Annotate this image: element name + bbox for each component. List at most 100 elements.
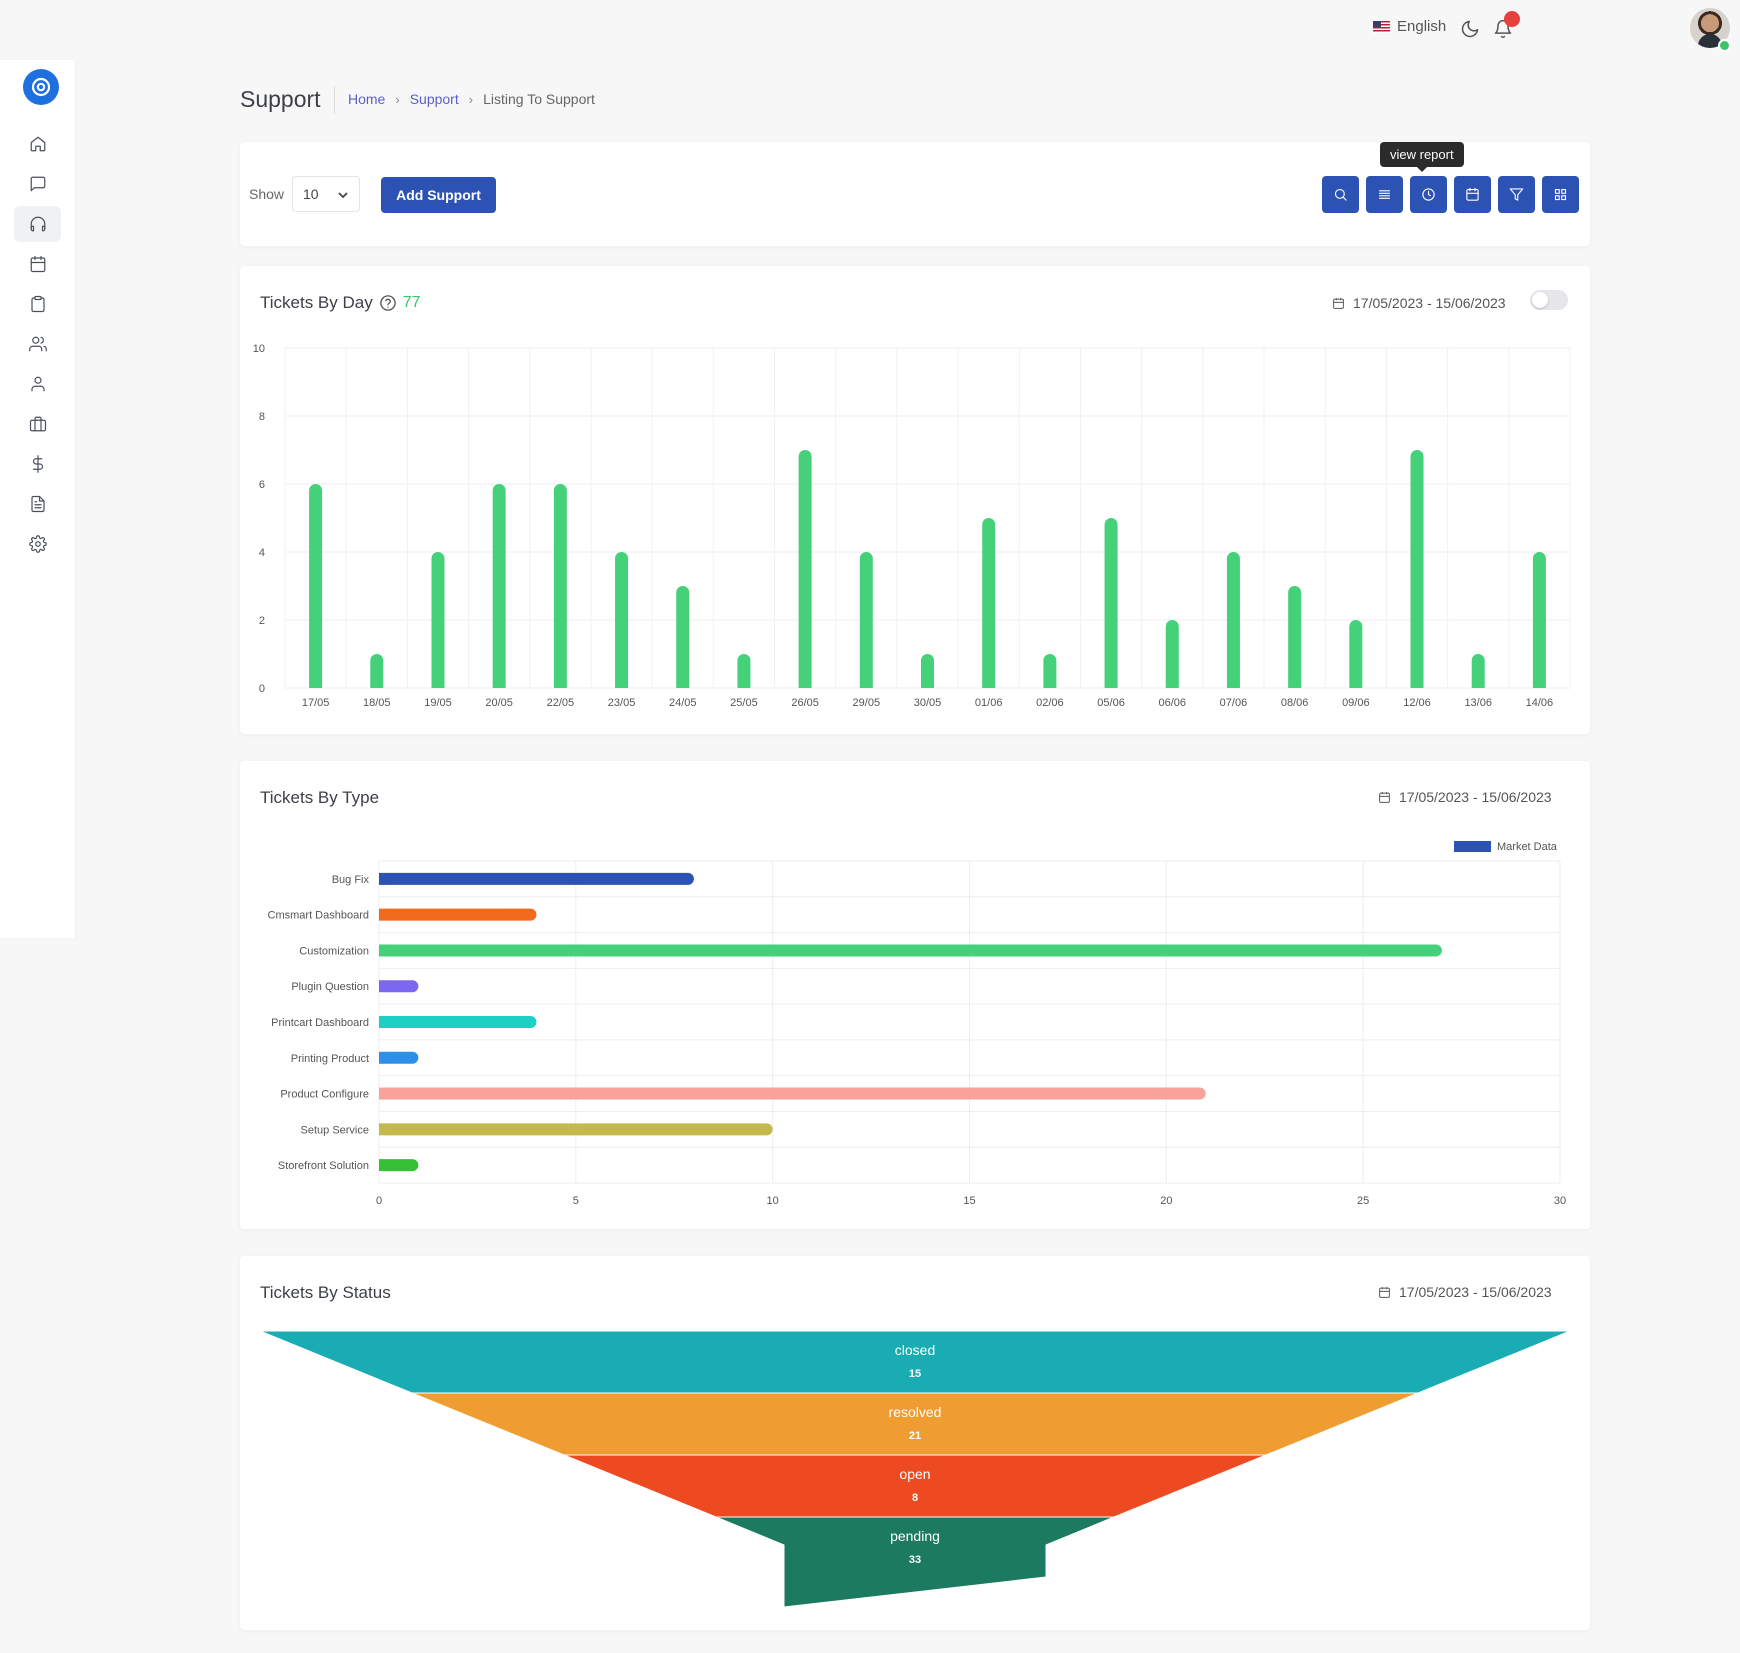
- headphones-icon: [30, 216, 45, 232]
- funnel-label: open: [899, 1466, 930, 1482]
- x-tick-label: 09/06: [1342, 697, 1370, 709]
- bar-base: [379, 980, 385, 993]
- bar: [982, 518, 996, 688]
- bar: [379, 944, 1442, 957]
- bar: [1104, 518, 1118, 688]
- bar-base: [615, 681, 629, 688]
- calendar-view-button[interactable]: [1454, 176, 1491, 213]
- logo-icon: [31, 77, 51, 97]
- bar: [379, 1123, 773, 1136]
- bar: [379, 908, 537, 921]
- sidebar-item-team[interactable]: [14, 326, 61, 362]
- x-tick-label: 24/05: [669, 697, 697, 709]
- bar-base: [676, 681, 690, 688]
- funnel-label: resolved: [889, 1404, 942, 1420]
- y-tick-label: 4: [259, 547, 265, 559]
- bar-base: [1226, 681, 1240, 688]
- dollar-icon: [32, 455, 43, 473]
- sidebar-item-projects[interactable]: [14, 406, 61, 442]
- bar: [615, 552, 629, 688]
- sidebar-item-profile[interactable]: [14, 366, 61, 402]
- list-view-button[interactable]: [1366, 176, 1403, 213]
- x-tick-label: 20/05: [485, 697, 513, 709]
- bar: [1165, 620, 1179, 688]
- bar: [309, 484, 323, 688]
- chevron-down-icon: [338, 192, 348, 199]
- funnel-value: 15: [909, 1368, 921, 1380]
- view-report-button[interactable]: [1410, 176, 1447, 213]
- page-size-select[interactable]: 10: [292, 176, 360, 212]
- chevron-right-icon: ›: [468, 91, 474, 107]
- x-tick-label: 10: [767, 1195, 779, 1207]
- bar-base: [982, 681, 996, 688]
- bar-base: [379, 1051, 385, 1064]
- x-tick-label: 07/06: [1220, 697, 1248, 709]
- y-tick-label: 8: [259, 411, 265, 423]
- x-tick-label: 25/05: [730, 697, 758, 709]
- moon-icon[interactable]: [1460, 19, 1480, 39]
- bar: [553, 484, 567, 688]
- title-divider: [334, 86, 335, 114]
- bar-base: [379, 908, 385, 921]
- bar-base: [1165, 681, 1179, 688]
- x-tick-label: 15: [963, 1195, 975, 1207]
- bar-base: [1349, 681, 1363, 688]
- tickets-by-type-card: Tickets By Type 17/05/2023 - 15/06/2023 …: [240, 761, 1590, 1229]
- user-icon: [30, 376, 45, 392]
- add-support-button[interactable]: Add Support: [381, 177, 496, 213]
- grid-view-button[interactable]: [1542, 176, 1579, 213]
- x-tick-label: 17/05: [302, 697, 330, 709]
- grid-icon: [1554, 188, 1567, 201]
- x-tick-label: 18/05: [363, 697, 391, 709]
- bar-base: [379, 872, 385, 885]
- sidebar-item-settings[interactable]: [14, 526, 61, 562]
- x-tick-label: 06/06: [1158, 697, 1186, 709]
- sidebar-item-calendar[interactable]: [14, 246, 61, 282]
- sidebar-item-messages[interactable]: [14, 166, 61, 202]
- online-status-dot: [1718, 39, 1731, 52]
- bar: [1410, 450, 1424, 688]
- pie-chart-icon: [1422, 188, 1435, 201]
- us-flag-icon: [1373, 20, 1390, 33]
- sidebar-item-tasks[interactable]: [14, 286, 61, 322]
- search-button[interactable]: [1322, 176, 1359, 213]
- funnel-segment: [259, 1330, 1571, 1394]
- sidebar-item-home[interactable]: [14, 126, 61, 162]
- x-tick-label: 29/05: [853, 697, 881, 709]
- settings-icon: [28, 535, 47, 553]
- legend-label: Market Data: [1497, 841, 1558, 853]
- tickets-by-status-chart: closed 15 resolved 21 open 8 pending 33: [259, 1330, 1571, 1608]
- sidebar-item-finance[interactable]: [14, 446, 61, 482]
- sidebar-item-support[interactable]: [14, 206, 61, 242]
- legend-swatch: [1454, 841, 1491, 852]
- breadcrumb-current: Listing To Support: [483, 91, 595, 107]
- breadcrumb-home[interactable]: Home: [348, 91, 385, 107]
- funnel-label: pending: [890, 1528, 940, 1544]
- language-selector[interactable]: English: [1373, 18, 1446, 35]
- page-title: Support: [240, 86, 321, 112]
- x-tick-label: 23/05: [608, 697, 636, 709]
- bar-base: [309, 681, 323, 688]
- funnel-value: 8: [912, 1492, 918, 1504]
- bar: [1288, 586, 1302, 688]
- sidebar-item-documents[interactable]: [14, 486, 61, 522]
- x-tick-label: 22/05: [547, 697, 575, 709]
- list-icon: [1378, 190, 1391, 199]
- x-tick-label: 30: [1554, 1195, 1566, 1207]
- bar-base: [492, 681, 506, 688]
- y-tick-label: Storefront Solution: [278, 1160, 369, 1172]
- y-tick-label: Cmsmart Dashboard: [268, 910, 369, 922]
- x-tick-label: 0: [376, 1195, 382, 1207]
- logo[interactable]: [23, 69, 59, 105]
- bar-base: [553, 681, 567, 688]
- bar-base: [1471, 681, 1485, 688]
- bar-base: [1043, 681, 1057, 688]
- bar: [379, 1087, 1206, 1100]
- home-icon: [30, 136, 45, 152]
- y-tick-label: Plugin Question: [291, 981, 369, 993]
- bar-base: [370, 681, 384, 688]
- y-tick-label: 10: [253, 343, 265, 355]
- breadcrumb-support[interactable]: Support: [410, 91, 459, 107]
- bar-base: [1288, 681, 1302, 688]
- filter-button[interactable]: [1498, 176, 1535, 213]
